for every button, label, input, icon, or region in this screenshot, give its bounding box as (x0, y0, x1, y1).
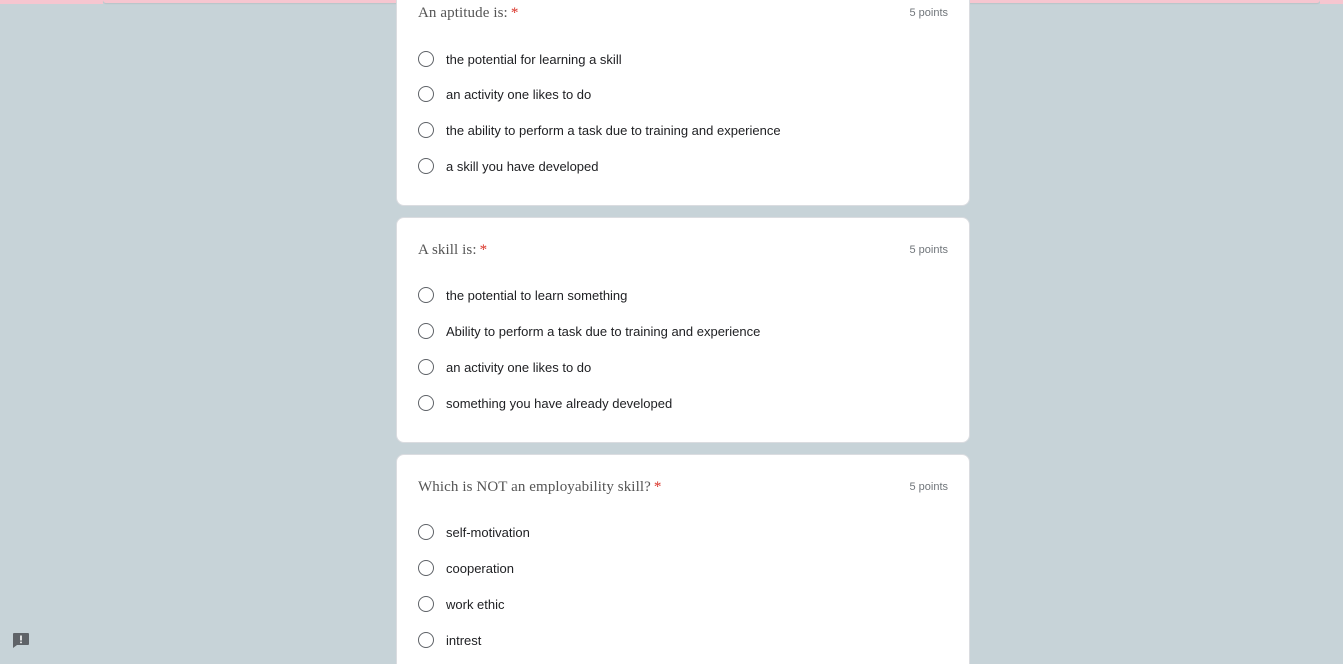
required-asterisk: * (653, 479, 662, 495)
question-points: 5 points (909, 481, 948, 493)
radio-button[interactable] (418, 323, 434, 339)
header-accent-left (0, 0, 103, 4)
radio-button[interactable] (418, 524, 434, 540)
option-label: a skill you have developed (446, 158, 599, 174)
option-radio[interactable]: the ability to perform a task due to tra… (418, 119, 781, 141)
option-label: the potential to learn something (446, 287, 628, 303)
required-asterisk: * (479, 242, 488, 258)
option-radio[interactable]: self-motivation (418, 521, 530, 543)
radio-button[interactable] (418, 560, 434, 576)
radio-button[interactable] (418, 86, 434, 102)
option-radio[interactable]: work ethic (418, 593, 505, 615)
option-label: something you have already developed (446, 395, 673, 411)
option-radio[interactable]: intrest (418, 629, 481, 651)
question-card-skill: A skill is: * 5 points the potential to l… (396, 217, 970, 443)
question-title: A skill is: * (418, 242, 488, 258)
question-card-aptitude: An aptitude is: * 5 points the potential … (396, 0, 970, 206)
radio-button[interactable] (418, 287, 434, 303)
option-label: work ethic (446, 596, 505, 612)
option-label: the potential for learning a skill (446, 51, 622, 67)
option-label: Ability to perform a task due to trainin… (446, 323, 761, 339)
report-feedback-icon[interactable] (12, 632, 30, 649)
radio-button[interactable] (418, 51, 434, 67)
option-label: cooperation (446, 560, 514, 576)
option-label: self-motivation (446, 524, 530, 540)
question-points: 5 points (909, 244, 948, 256)
option-radio[interactable]: a skill you have developed (418, 155, 599, 177)
option-label: intrest (446, 632, 482, 648)
radio-button[interactable] (418, 359, 434, 375)
radio-button[interactable] (418, 596, 434, 612)
question-card-employability: Which is NOT an employability skill? * 5 … (396, 454, 970, 664)
question-title: An aptitude is: * (418, 5, 519, 21)
option-radio[interactable]: Ability to perform a task due to trainin… (418, 320, 760, 342)
option-label: an activity one likes to do (446, 86, 592, 102)
radio-button[interactable] (418, 395, 434, 411)
option-radio[interactable]: an activity one likes to do (418, 356, 591, 378)
radio-button[interactable] (418, 632, 434, 648)
option-radio[interactable]: the potential to learn something (418, 284, 627, 306)
question-header: An aptitude is: * 5 points (418, 5, 948, 25)
option-label: an activity one likes to do (446, 359, 592, 375)
option-radio[interactable]: an activity one likes to do (418, 83, 591, 105)
option-label: the ability to perform a task due to tra… (446, 122, 781, 138)
radio-button[interactable] (418, 122, 434, 138)
option-radio[interactable]: cooperation (418, 557, 514, 579)
header-accent-right (1320, 0, 1343, 4)
option-radio[interactable]: something you have already developed (418, 392, 672, 414)
question-points: 5 points (909, 7, 948, 19)
radio-button[interactable] (418, 158, 434, 174)
question-header: Which is NOT an employability skill? * 5 … (418, 479, 948, 499)
question-header: A skill is: * 5 points (418, 242, 948, 262)
question-title: Which is NOT an employability skill? * (418, 479, 662, 495)
required-asterisk: * (510, 5, 519, 21)
option-radio[interactable]: the potential for learning a skill (418, 48, 622, 70)
